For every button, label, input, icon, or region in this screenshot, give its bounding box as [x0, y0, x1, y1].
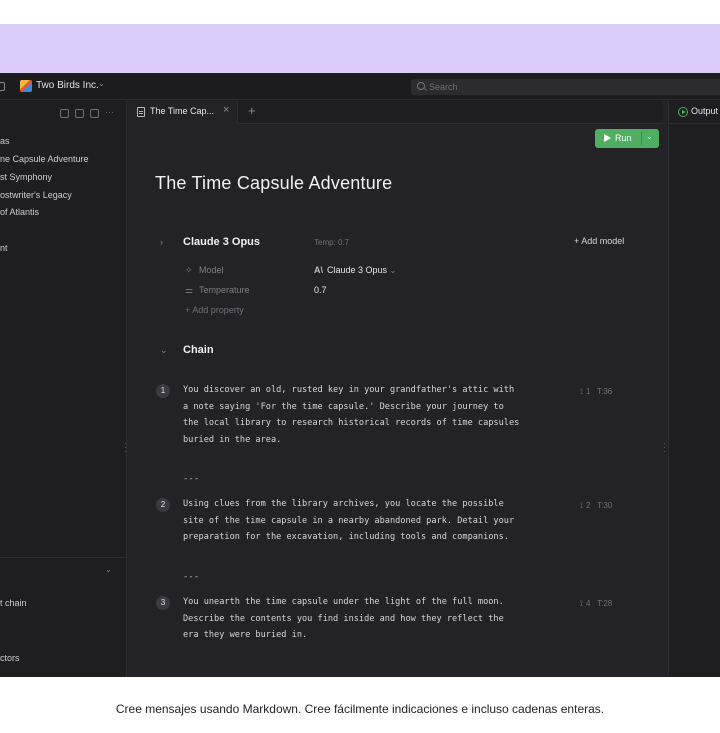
search-box[interactable] — [411, 79, 720, 95]
output-panel — [668, 125, 720, 677]
org-logo-icon — [20, 80, 32, 92]
caption: Cree mensajes usando Markdown. Cree fáci… — [115, 702, 605, 716]
run-button[interactable]: Run ⌄ — [595, 129, 659, 148]
token-count: T:36 — [597, 387, 613, 396]
top-margin — [0, 0, 720, 24]
sidebar-item[interactable]: st Symphony — [0, 172, 52, 182]
step-meta: ⟟ 1 T:36 — [580, 387, 612, 397]
sidebar-toolbar: ··· — [60, 108, 114, 118]
temperature-hint: Temp: 0.7 — [314, 238, 350, 247]
resize-handle-left[interactable]: · · · — [124, 439, 127, 456]
branch-icon: ⟟ — [580, 501, 583, 510]
sidebar-item[interactable]: t chain — [0, 598, 27, 608]
sidebar-toggle-icon[interactable] — [0, 82, 5, 91]
step-prompt-text[interactable]: You discover an old, rusted key in your … — [183, 382, 573, 448]
sliders-icon: ⚌ — [185, 285, 194, 295]
sort-icon[interactable] — [60, 109, 69, 118]
new-file-icon[interactable] — [75, 109, 84, 118]
branch-icon: ⟟ — [580, 599, 583, 608]
resize-handle-right[interactable]: · · · — [663, 439, 666, 456]
tab-label: The Time Cap... — [150, 106, 215, 116]
org-switcher[interactable]: Two Birds Inc. — [36, 80, 99, 91]
step-prompt-text[interactable]: Using clues from the library archives, y… — [183, 496, 573, 546]
new-folder-icon[interactable] — [90, 109, 99, 118]
play-icon — [604, 134, 611, 142]
step-meta: ⟟ 4 T:28 — [580, 599, 612, 609]
sidebar: ··· as ne Capsule Adventure st Symphony … — [0, 100, 127, 677]
anthropic-logo-icon: A\ — [314, 265, 323, 275]
new-tab-button[interactable]: + — [248, 103, 256, 118]
chevron-down-icon: ⌄ — [389, 266, 397, 275]
token-count: T:28 — [597, 599, 613, 608]
chain-section-title: Chain — [183, 344, 214, 356]
app-window: Two Birds Inc. ⌄ ··· as ne Capsule Adven… — [0, 73, 720, 677]
tab-output[interactable]: Output — [691, 106, 718, 116]
branch-count: 1 — [585, 387, 591, 396]
add-model-button[interactable]: + Add model — [574, 236, 624, 246]
editor-tab-bar: The Time Cap... × + — [128, 100, 663, 124]
step-number: 1 — [156, 384, 170, 398]
branch-icon: ⟟ — [580, 387, 583, 396]
model-select-value: Claude 3 Opus — [327, 265, 388, 275]
more-icon[interactable]: ··· — [105, 108, 114, 118]
prompt-editor: Run ⌄ The Time Capsule Adventure › Claud… — [128, 125, 663, 677]
page-title[interactable]: The Time Capsule Adventure — [155, 173, 392, 194]
tab-time-capsule[interactable]: The Time Cap... × — [128, 100, 238, 124]
sidebar-item[interactable]: of Atlantis — [0, 207, 39, 217]
add-property-button[interactable]: + Add property — [185, 305, 244, 315]
run-label: Run — [615, 133, 632, 143]
sidebar-item[interactable]: ostwriter's Legacy — [0, 190, 72, 200]
step-separator: --- — [183, 474, 200, 484]
search-input[interactable] — [429, 79, 719, 95]
step-prompt-text[interactable]: You unearth the time capsule under the l… — [183, 594, 573, 644]
branch-count: 2 — [585, 501, 591, 510]
chevron-down-icon[interactable]: ⌄ — [98, 79, 105, 88]
sidebar-item[interactable]: nt — [0, 243, 8, 253]
search-icon — [417, 82, 425, 90]
banner-band — [0, 24, 720, 73]
play-circle-icon — [678, 107, 688, 117]
token-count: T:30 — [597, 501, 613, 510]
property-key: Model — [199, 265, 224, 275]
sidebar-divider — [0, 557, 127, 558]
chevron-down-icon[interactable]: ⌄ — [646, 132, 653, 141]
model-section-title: Claude 3 Opus — [183, 236, 261, 248]
sidebar-item[interactable]: ctors — [0, 653, 20, 663]
sidebar-item[interactable]: as — [0, 136, 10, 146]
chevron-down-icon[interactable]: ⌄ — [160, 345, 168, 356]
chevron-down-icon[interactable]: ⌄ — [105, 565, 112, 574]
run-divider — [641, 132, 642, 145]
step-number: 2 — [156, 498, 170, 512]
close-icon[interactable]: × — [223, 104, 229, 116]
step-meta: ⟟ 2 T:30 — [580, 501, 612, 511]
step-separator: --- — [183, 572, 200, 582]
chevron-right-icon[interactable]: › — [160, 237, 163, 247]
model-select[interactable]: A\ Claude 3 Opus ⌄ — [314, 265, 396, 275]
property-key: Temperature — [199, 285, 250, 295]
branch-count: 4 — [585, 599, 591, 608]
temperature-value[interactable]: 0.7 — [314, 285, 327, 295]
document-icon — [137, 107, 145, 117]
sparkle-icon: ✧ — [185, 265, 193, 275]
top-bar: Two Birds Inc. ⌄ — [0, 73, 720, 100]
step-number: 3 — [156, 596, 170, 610]
sidebar-item[interactable]: ne Capsule Adventure — [0, 154, 89, 164]
output-tab-bar: Output — [668, 100, 720, 124]
